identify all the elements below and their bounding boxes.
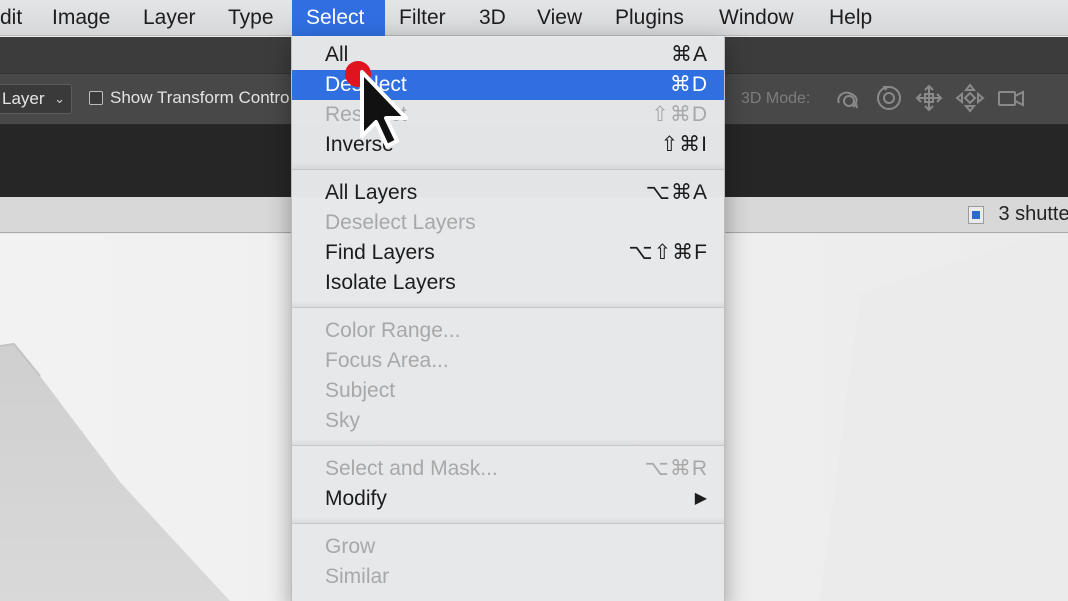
menu-item-isolate-layers[interactable]: Isolate Layers (292, 268, 724, 298)
shortcut: ⇧⌘D (651, 103, 708, 126)
orbit-3d-icon[interactable] (833, 83, 863, 113)
menu-separator (292, 162, 724, 170)
menu-item-focus-area[interactable]: Focus Area... (292, 346, 724, 376)
menu-item-grow[interactable]: Grow (292, 532, 724, 562)
menu-item-subject[interactable]: Subject (292, 376, 724, 406)
menu-item-color-range[interactable]: Color Range... (292, 316, 724, 346)
menu-item-similar[interactable]: Similar (292, 562, 724, 592)
roll-3d-icon[interactable] (874, 83, 904, 113)
menu-view[interactable]: View (523, 0, 596, 36)
menu-item-deselect-layers[interactable]: Deselect Layers (292, 208, 724, 238)
menu-window[interactable]: Window (705, 0, 808, 36)
shortcut: ⌘A (670, 43, 708, 66)
menu-item-select-and-mask[interactable]: Select and Mask... ⌥⌘R (292, 454, 724, 484)
menu-help[interactable]: Help (815, 0, 886, 36)
camera-scale-3d-icon[interactable] (996, 83, 1026, 113)
show-transform-label[interactable]: Show Transform Contro (110, 86, 290, 110)
document-tab[interactable]: 3 shutte (968, 203, 1068, 229)
menu-bar: dit Image Layer Type Select Filter 3D Vi… (0, 0, 1068, 36)
pan-3d-icon[interactable] (914, 83, 944, 113)
shortcut: ⌘D (669, 73, 708, 96)
menu-3d[interactable]: 3D (465, 0, 520, 36)
menu-separator (292, 516, 724, 524)
document-title: 3 shutte (998, 203, 1068, 225)
auto-select-value: Layer (2, 89, 45, 108)
menu-separator (292, 300, 724, 308)
ps-document-icon (968, 205, 984, 224)
menu-item-find-layers[interactable]: Find Layers ⌥⇧⌘F (292, 238, 724, 268)
auto-select-dropdown[interactable]: Layer ⌄ (0, 84, 72, 114)
menu-image[interactable]: Image (38, 0, 124, 36)
show-transform-checkbox[interactable] (89, 91, 103, 105)
menu-separator (292, 438, 724, 446)
submenu-arrow-icon: ▶ (694, 490, 708, 507)
menu-item-sky[interactable]: Sky (292, 406, 724, 436)
menu-select[interactable]: Select (292, 0, 385, 36)
menu-plugins[interactable]: Plugins (601, 0, 698, 36)
shortcut: ⌥⌘A (645, 181, 708, 204)
mouse-cursor-icon (345, 61, 408, 148)
slide-3d-icon[interactable] (955, 83, 985, 113)
menu-edit[interactable]: dit (0, 0, 36, 36)
menu-item-modify[interactable]: Modify ▶ (292, 484, 724, 514)
3d-mode-label: 3D Mode: (741, 90, 811, 107)
shortcut: ⌥⇧⌘F (628, 241, 708, 264)
shortcut: ⌥⌘R (644, 457, 708, 480)
menu-type[interactable]: Type (214, 0, 288, 36)
menu-item-all-layers[interactable]: All Layers ⌥⌘A (292, 178, 724, 208)
menu-layer[interactable]: Layer (129, 0, 210, 36)
menu-filter[interactable]: Filter (385, 0, 460, 36)
chevron-down-icon: ⌄ (54, 91, 65, 106)
shortcut: ⇧⌘I (660, 133, 708, 156)
